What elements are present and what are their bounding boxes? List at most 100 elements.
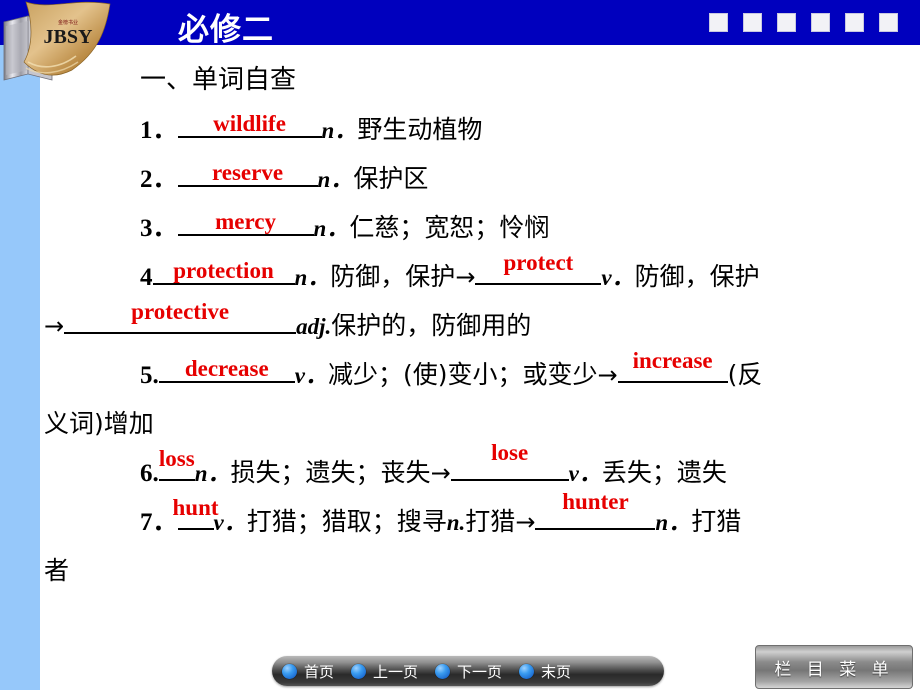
square-indicator xyxy=(811,13,830,32)
part-of-speech: v． xyxy=(568,461,602,486)
part-of-speech: v． xyxy=(601,265,635,290)
meaning-text: 防御，保护 xyxy=(330,262,456,291)
entry-number: 1． xyxy=(140,117,178,144)
nav-next-page[interactable]: 下一页 xyxy=(425,661,509,682)
entry-number: 4 xyxy=(140,264,153,291)
part-of-speech: adj. xyxy=(296,314,332,339)
vocab-entry-3: 3． mercy n．仁慈；宽恕；怜悯 xyxy=(44,203,916,252)
part-of-speech: n． xyxy=(194,461,231,486)
answer-blank-protection[interactable]: protection xyxy=(152,258,295,285)
wrap-fragment: 者 xyxy=(44,556,70,585)
square-indicator xyxy=(777,13,796,32)
answer-text: wildlife xyxy=(213,111,286,136)
part-of-speech: n． xyxy=(294,265,331,290)
answer-blank-hunt[interactable]: hunt xyxy=(172,495,219,530)
left-strip-edge xyxy=(40,45,42,690)
header-square-indicators xyxy=(709,13,898,32)
square-indicator xyxy=(743,13,762,32)
column-menu-label: 栏 目 菜 单 xyxy=(774,659,894,680)
answer-blank-wildlife[interactable]: wildlife xyxy=(177,111,322,138)
column-menu-button[interactable]: 栏 目 菜 单 xyxy=(755,645,913,689)
inline-meaning-text: 打猎 xyxy=(465,507,516,536)
entry-number: 3． xyxy=(140,215,178,242)
answer-text: hunter xyxy=(562,489,629,514)
nav-last-page[interactable]: 末页 xyxy=(509,661,578,682)
meaning-text: 野生动植物 xyxy=(357,115,483,144)
inline-part-of-speech: n. xyxy=(446,510,466,535)
answer-blank-decrease[interactable]: decrease xyxy=(158,356,295,383)
entry-number: 6. xyxy=(140,460,159,487)
answer-text: protect xyxy=(503,250,574,275)
nav-label: 下一页 xyxy=(457,662,503,681)
vocab-entry-4-continuation: → protective adj.保护的，防御用的 xyxy=(44,299,916,350)
nav-label: 上一页 xyxy=(373,662,419,681)
answer-blank-mercy[interactable]: mercy xyxy=(177,209,314,236)
meaning-text: 保护区 xyxy=(353,164,429,193)
blue-dot-icon xyxy=(435,663,451,679)
answer-text: reserve xyxy=(211,160,284,185)
meaning-text: 保护的，防御用的 xyxy=(331,311,532,340)
answer-text: increase xyxy=(632,348,713,373)
vocab-entry-7: 7． hunt v．打猎；猎取；搜寻n.打猎→ hunter n．打猎 xyxy=(44,489,916,546)
meaning-text: 打猎；猎取；搜寻 xyxy=(246,507,447,536)
logo-text: JBSY xyxy=(44,26,93,48)
jbsy-logo: 金榜书业 JBSY xyxy=(3,1,111,81)
meaning-text: 损失；遗失；丧失 xyxy=(230,458,431,487)
nav-label: 首页 xyxy=(304,662,335,681)
answer-text: mercy xyxy=(215,209,276,234)
answer-blank-hunter[interactable]: hunter xyxy=(535,489,656,530)
page-title: 必修二 xyxy=(178,12,274,48)
square-indicator xyxy=(879,13,898,32)
blue-dot-icon xyxy=(282,663,297,679)
answer-text: loss xyxy=(158,446,195,471)
answer-text: decrease xyxy=(184,356,269,381)
derivation-arrow: → xyxy=(44,312,65,340)
meaning-text: 仁慈；宽恕；怜悯 xyxy=(349,213,550,242)
blue-dot-icon xyxy=(519,663,535,679)
meaning-text: 丢失；遗失 xyxy=(601,458,727,487)
part-of-speech: n． xyxy=(317,167,354,192)
nav-previous-page[interactable]: 上一页 xyxy=(341,661,425,682)
part-of-speech: v． xyxy=(294,363,328,388)
vocab-entry-4: 4 protection n．防御，保护→ protect v．防御，保护 xyxy=(44,250,916,301)
answer-text: lose xyxy=(491,440,529,465)
answer-blank-loss[interactable]: loss xyxy=(158,446,195,481)
wrap-fragment: (反 xyxy=(727,360,763,389)
vocab-entry-7-continuation: 者 xyxy=(44,546,916,595)
wrap-fragment: 义词)增加 xyxy=(44,409,154,438)
answer-text: protective xyxy=(131,299,230,324)
part-of-speech: n． xyxy=(655,510,692,535)
answer-blank-reserve[interactable]: reserve xyxy=(177,160,318,187)
answer-blank-protective[interactable]: protective xyxy=(64,299,297,334)
answer-text: protection xyxy=(173,258,274,283)
lesson-content: 一、单词自查 1． wildlife n．野生动植物 2． reserve n．保护区 … xyxy=(44,56,916,595)
nav-label: 末页 xyxy=(541,662,572,681)
entry-number: 2． xyxy=(140,166,178,193)
vocab-entry-1: 1． wildlife n．野生动植物 xyxy=(44,105,916,154)
bottom-navigation-bar: 首页 上一页 下一页 末页 xyxy=(272,656,664,686)
left-accent-strip xyxy=(0,45,40,690)
vocab-entry-5-continuation: 义词)增加 xyxy=(44,399,916,448)
vocab-entry-5: 5. decrease v．减少；(使)变小；或变少→ increase (反 xyxy=(44,348,916,399)
derivation-arrow: → xyxy=(597,361,618,389)
square-indicator xyxy=(709,13,728,32)
blue-dot-icon xyxy=(351,663,367,679)
derivation-arrow: → xyxy=(455,263,476,291)
derivation-arrow: → xyxy=(515,508,536,536)
logo-subtext: 金榜书业 xyxy=(58,19,78,26)
square-indicator xyxy=(845,13,864,32)
answer-text: hunt xyxy=(172,495,219,520)
answer-blank-increase[interactable]: increase xyxy=(617,348,728,383)
vocab-entry-6: 6. loss n．损失；遗失；丧失→ lose v．丢失；遗失 xyxy=(44,440,916,497)
section-heading: 一、单词自查 xyxy=(140,65,297,95)
answer-blank-lose[interactable]: lose xyxy=(450,440,569,481)
answer-blank-protect[interactable]: protect xyxy=(475,250,602,285)
derivation-arrow: → xyxy=(430,459,451,487)
nav-first-page[interactable]: 首页 xyxy=(272,661,341,682)
meaning-text: 减少；(使)变小；或变少 xyxy=(327,360,598,389)
meaning-text: 防御，保护 xyxy=(634,262,760,291)
part-of-speech: n． xyxy=(313,216,350,241)
vocab-entry-2: 2． reserve n．保护区 xyxy=(44,154,916,203)
entry-number: 5. xyxy=(140,362,159,389)
part-of-speech: n． xyxy=(321,118,358,143)
